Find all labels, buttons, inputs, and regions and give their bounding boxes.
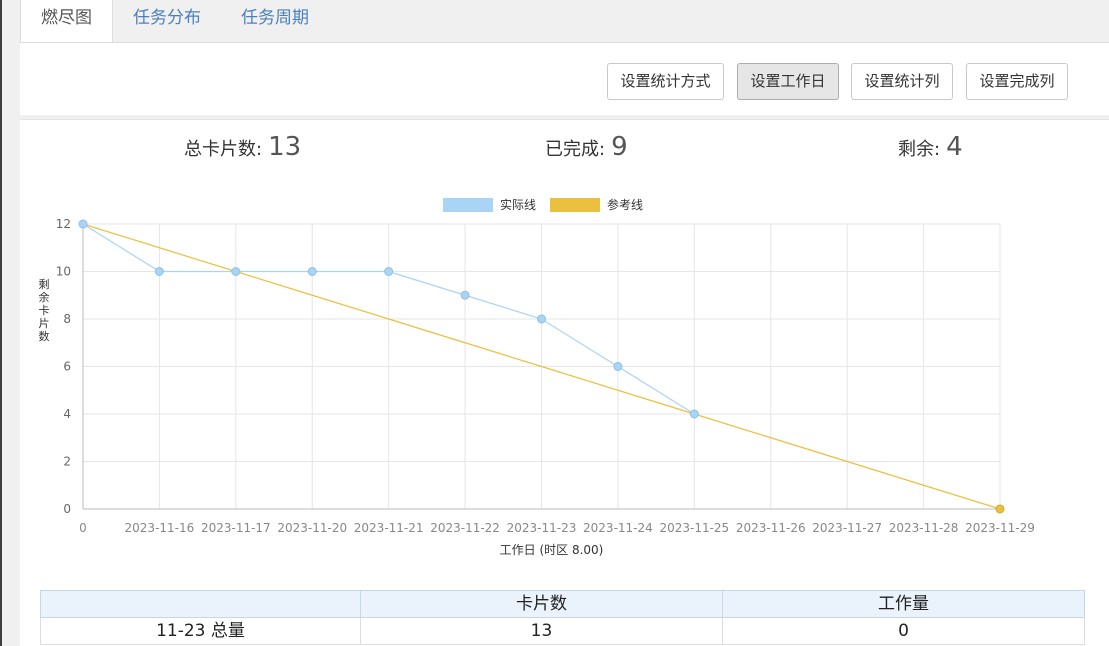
y-tick-label: 2 xyxy=(63,455,71,469)
x-tick-label: 2023-11-28 xyxy=(889,521,959,535)
actual-data-point xyxy=(613,362,623,371)
y-axis-title-char: 数 xyxy=(39,330,50,343)
actual-data-point xyxy=(537,314,546,324)
legend-label: 实际线 xyxy=(500,197,536,212)
legend-swatch xyxy=(550,198,600,212)
x-tick-label: 2023-11-21 xyxy=(354,521,424,535)
actual-data-point xyxy=(78,219,88,229)
x-tick-label: 2023-11-29 xyxy=(965,521,1035,535)
x-tick-label: 2023-11-16 xyxy=(125,521,195,535)
x-axis-title: 工作日 (时区 8.00) xyxy=(500,543,604,557)
tab-task-distribution[interactable]: 任务分布 xyxy=(113,0,221,42)
reference-data-point xyxy=(995,504,1005,514)
set-workdays-button[interactable]: 设置工作日 xyxy=(737,63,839,100)
table-row: 11-23 总量 13 0 xyxy=(40,617,1085,645)
y-tick-label: 8 xyxy=(63,312,71,326)
set-statistics-method-button[interactable]: 设置统计方式 xyxy=(607,63,724,100)
x-tick-label: 0 xyxy=(79,521,87,535)
y-axis-title-char: 剩 xyxy=(39,278,50,291)
burndown-chart: 0 2 4 6 8 10 12 0 2023-11-16 2023-11-17 2023-11-20… xyxy=(39,197,1035,557)
table-header-row: 卡片数 工作量 xyxy=(40,590,1085,618)
x-tick-label: 2023-11-27 xyxy=(812,521,882,535)
y-tick-label: 0 xyxy=(63,502,71,516)
x-tick-label: 2023-11-17 xyxy=(201,521,271,535)
y-tick-label: 10 xyxy=(56,265,71,279)
x-tick-label: 2023-11-22 xyxy=(430,521,500,535)
legend-swatch xyxy=(443,198,493,212)
y-axis-title-char: 卡 xyxy=(39,304,50,317)
x-tick-label: 2023-11-25 xyxy=(659,521,729,535)
actual-data-point xyxy=(307,267,317,276)
set-statistics-columns-button[interactable]: 设置统计列 xyxy=(851,63,953,100)
x-tick-label: 2023-11-20 xyxy=(277,521,347,535)
x-tick-label: 2023-11-26 xyxy=(736,521,806,535)
tab-bar: 燃尽图 任务分布 任务周期 xyxy=(20,0,329,43)
table-header-cell: 卡片数 xyxy=(360,590,723,618)
actual-data-point xyxy=(460,290,470,300)
table-header-cell: 工作量 xyxy=(722,590,1085,618)
y-tick-label: 4 xyxy=(63,407,71,421)
tab-task-cycle[interactable]: 任务周期 xyxy=(221,0,329,42)
y-axis-title-char: 余 xyxy=(39,290,50,304)
legend-label: 参考线 xyxy=(607,197,643,212)
x-tick-label: 2023-11-23 xyxy=(507,521,577,535)
toolbar: 设置统计方式 设置工作日 设置统计列 设置完成列 xyxy=(20,42,1109,115)
y-tick-label: 6 xyxy=(63,360,71,374)
y-axis-title-char: 片 xyxy=(39,317,50,330)
table-cell: 13 xyxy=(360,617,723,645)
actual-data-point xyxy=(689,409,699,419)
set-done-columns-button[interactable]: 设置完成列 xyxy=(966,63,1068,100)
burndown-panel: 总卡片数: 13 已完成: 9 剩余: 4 0 2 4 6 8 10 12 0 2023-11-16 2… xyxy=(20,119,1109,646)
tab-burndown[interactable]: 燃尽图 xyxy=(20,0,113,43)
actual-data-point xyxy=(384,267,394,276)
x-tick-label: 2023-11-24 xyxy=(583,521,653,535)
summary-table: 卡片数 工作量 11-23 总量 13 0 xyxy=(40,590,1085,645)
table-cell: 11-23 总量 xyxy=(40,617,361,645)
table-header-cell xyxy=(40,590,361,618)
window-edge xyxy=(0,0,2,646)
table-cell: 0 xyxy=(722,617,1085,645)
actual-data-point xyxy=(154,267,164,276)
y-tick-label: 12 xyxy=(56,217,71,231)
actual-data-point xyxy=(231,267,241,276)
